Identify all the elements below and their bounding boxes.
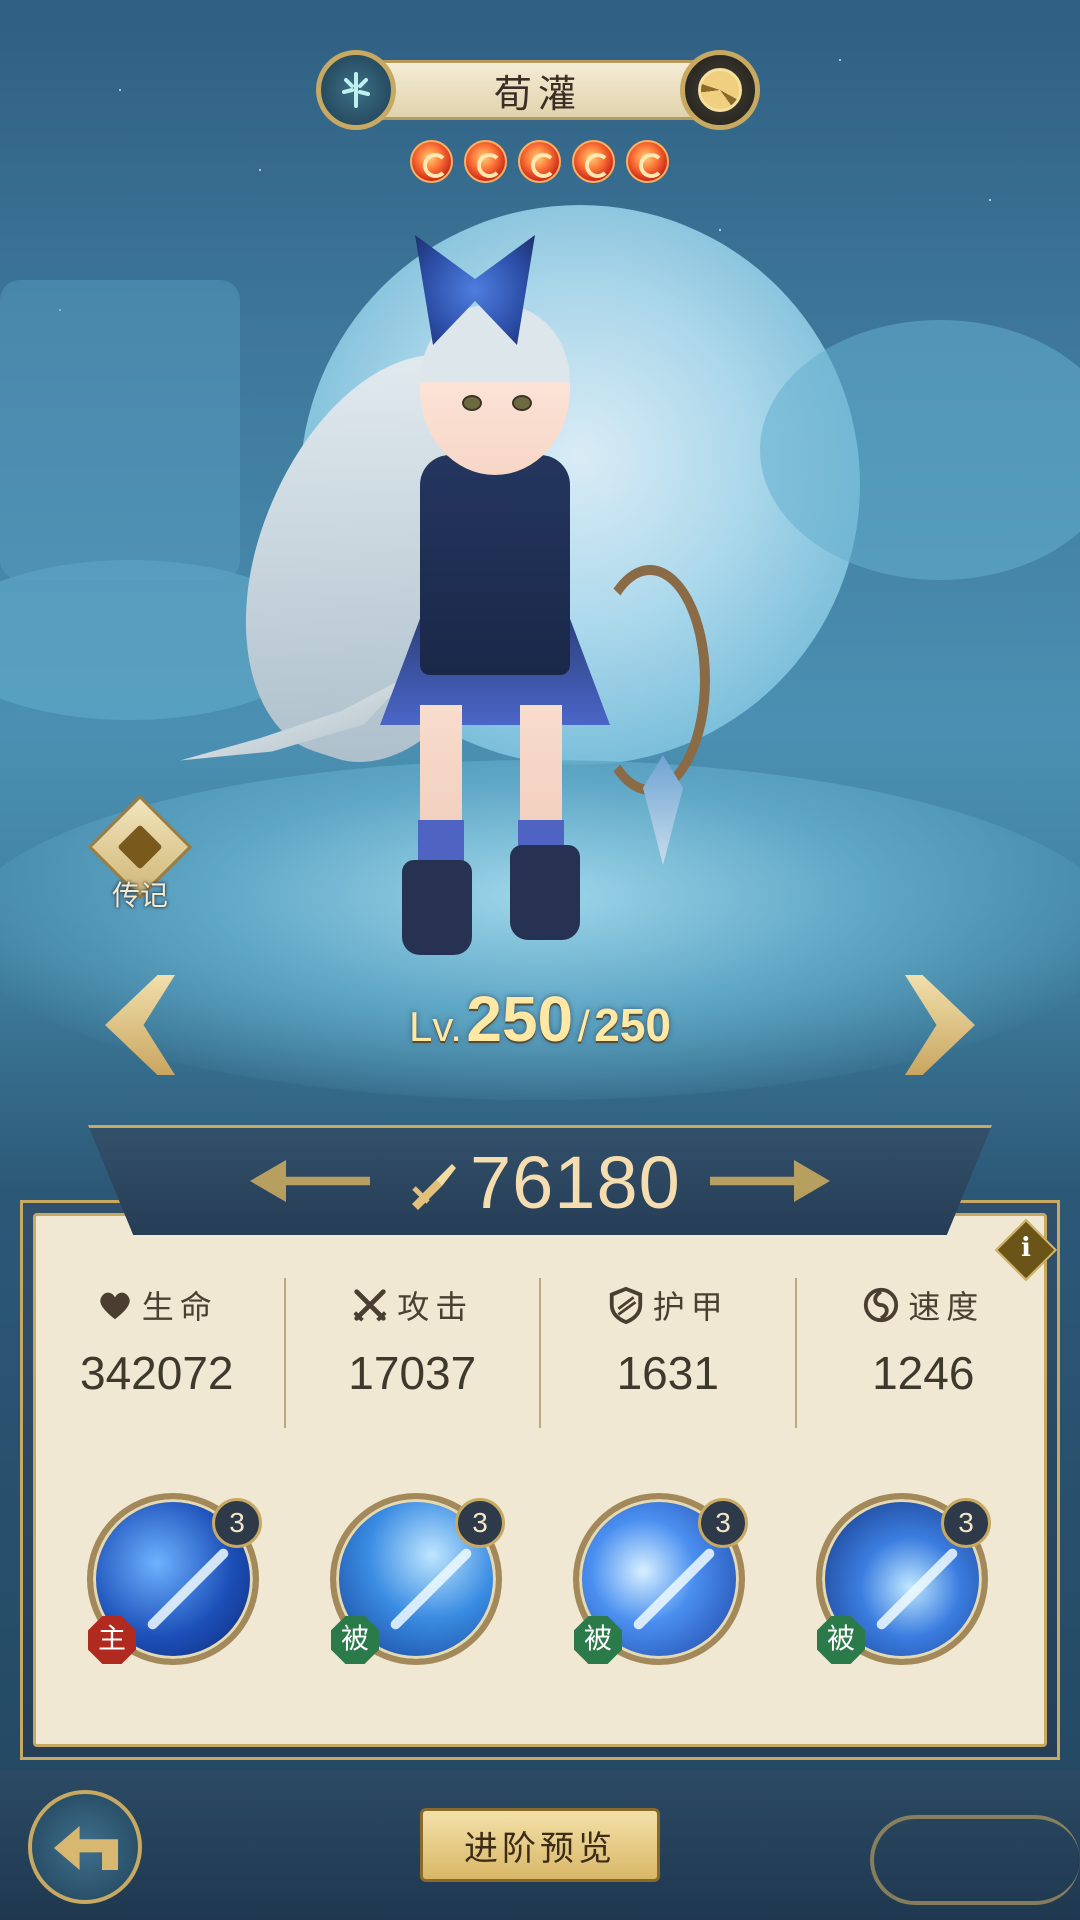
skill-slot-2[interactable]: 3 被 [327,1490,507,1670]
stat-value: 1246 [872,1347,975,1399]
star-rating [410,140,669,183]
star-icon [626,140,669,183]
stat-label: 攻击 [397,1288,474,1326]
cloud-ornament [870,1815,1080,1905]
advance-preview-label: 进阶预览 [464,1828,616,1869]
skill-slot-4[interactable]: 3 被 [813,1490,993,1670]
level-max: 250 [594,999,672,1051]
level-current: 250 [466,983,574,1055]
biography-button[interactable]: 传记 [85,794,195,920]
heart-icon [100,1292,130,1320]
hero-name: 荀灌 [493,71,582,116]
stat-attack: 攻击 17037 [286,1278,541,1428]
faction-emblem-icon[interactable] [680,50,760,130]
star-icon [464,140,507,183]
biography-label: 传记 [111,879,168,912]
hero-eye-right [512,395,532,411]
stat-speed: 速度 1246 [797,1278,1051,1428]
back-arrow-icon [54,1826,118,1870]
crossed-swords-icon [353,1289,387,1322]
stat-hp: 生命 342072 [30,1278,286,1428]
hero-name-bar: 荀灌 [316,50,760,130]
skill-level-badge: 3 [455,1498,505,1548]
star-icon [410,140,453,183]
info-icon[interactable]: i [1004,1226,1048,1270]
hero-boot-right [510,845,580,940]
skill-level-badge: 3 [212,1498,262,1548]
combat-power-value: 76180 [470,1141,681,1224]
stat-label: 护甲 [652,1288,729,1326]
triskelion-icon [698,68,742,112]
element-water-icon[interactable] [316,50,396,130]
advance-preview-button[interactable]: 进阶预览 [420,1808,660,1882]
hero-level: Lv. 250 / 250 [0,982,1080,1056]
stat-armor: 护甲 1631 [541,1278,797,1428]
skill-level-badge: 3 [941,1498,991,1548]
level-prefix: Lv. [408,1003,462,1050]
hero-eye-left [462,395,482,411]
skill-slot-1[interactable]: 3 主 [84,1490,264,1670]
stat-label: 生命 [141,1288,218,1326]
stat-value: 342072 [80,1347,234,1399]
stat-value: 17037 [348,1347,477,1399]
back-button[interactable] [28,1790,142,1904]
star-icon [572,140,615,183]
level-separator: / [577,1002,590,1051]
combat-power-icon [412,1164,456,1210]
hero-boot-left [402,860,472,955]
skill-level-badge: 3 [698,1498,748,1548]
shield-icon [609,1286,642,1324]
star-icon [518,140,561,183]
stat-value: 1631 [616,1347,719,1399]
water-glyph-icon [342,72,370,108]
hero-rope [590,565,710,795]
hero-name-plate: 荀灌 [366,60,710,120]
skill-list: 3 主 3 被 3 被 3 被 [84,1490,1004,1670]
swirl-icon [864,1287,899,1323]
hero-portrait [180,235,750,955]
stats-row: 生命 342072 攻击 17037 护甲 1631 速度 1246 [30,1278,1050,1428]
stat-label: 速度 [908,1288,985,1326]
skill-slot-3[interactable]: 3 被 [570,1490,750,1670]
hero-torso [420,455,570,675]
